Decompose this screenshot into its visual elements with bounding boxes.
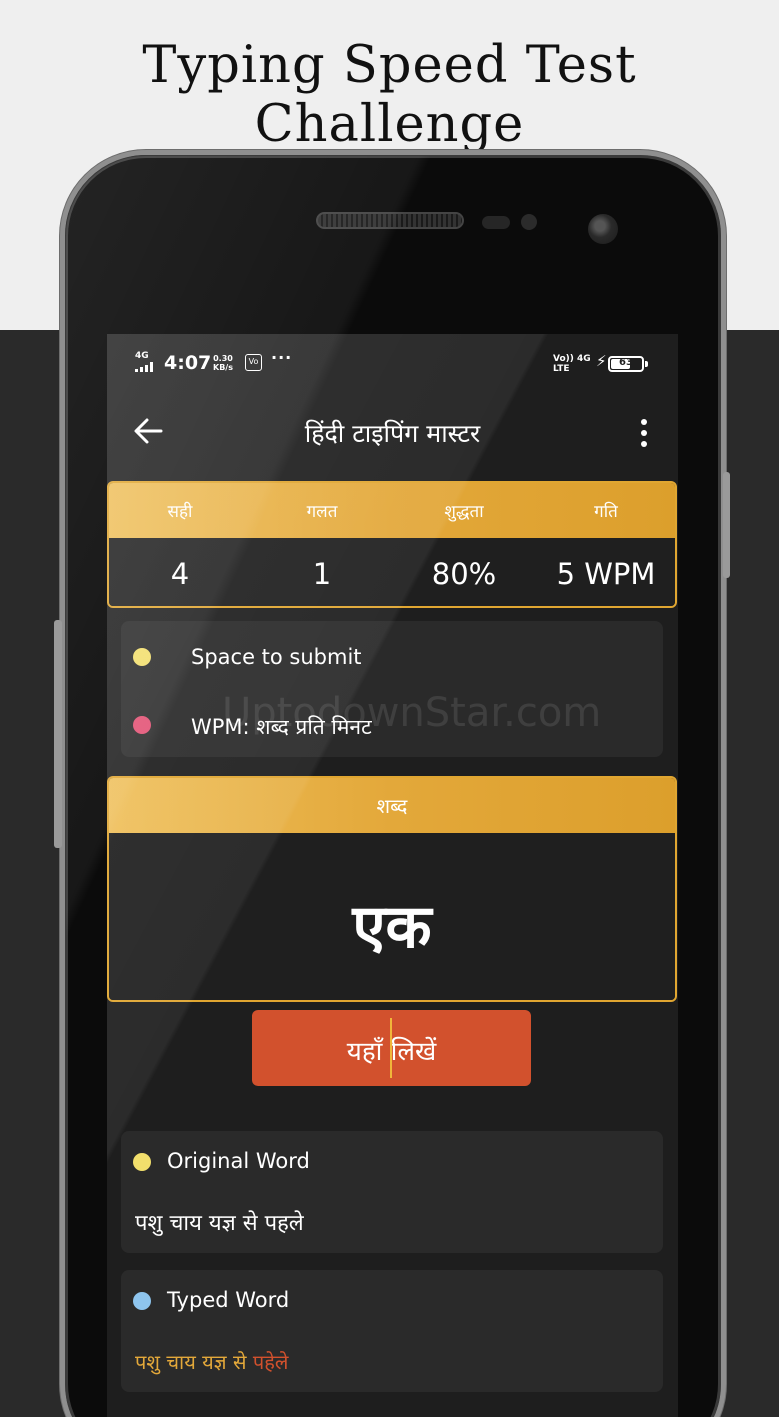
status-bar: 4G 4:07 0.30 KB/s Vo ··· Vo)) LTE 4G ⚡ 6… xyxy=(107,334,678,394)
typed-word: से xyxy=(232,1350,253,1374)
overflow-menu-button[interactable] xyxy=(629,416,659,452)
stat-value-wrong: 1 xyxy=(312,557,332,591)
status-time: 4:07 xyxy=(164,352,212,374)
typed-word-text: पशु चाय यज्ञ से पहेले xyxy=(135,1348,288,1375)
stat-label-accuracy: शुद्धता xyxy=(444,502,484,522)
original-word-label: Original Word xyxy=(167,1149,310,1173)
more-vertical-icon xyxy=(641,419,647,425)
proximity-sensor xyxy=(482,216,510,229)
vo-icon: Vo xyxy=(245,354,262,371)
typing-input[interactable]: यहाँ लिखें xyxy=(252,1010,531,1086)
stat-label-correct: सही xyxy=(167,502,193,522)
legend-card: Space to submit WPM: शब्द प्रति मिनट xyxy=(121,621,663,757)
app-bar: हिंदी टाइपिंग मास्टर xyxy=(107,394,678,480)
current-word: एक xyxy=(352,892,432,962)
typed-word: यज्ञ xyxy=(202,1350,233,1374)
typed-word-wrong: पहेले xyxy=(252,1350,289,1374)
stat-label-wrong: गलत xyxy=(306,502,338,522)
typed-word-card: Typed Word पशु चाय यज्ञ से पहेले xyxy=(121,1270,663,1392)
stat-value-accuracy: 80% xyxy=(431,557,497,591)
typed-dot-blue xyxy=(133,1292,151,1310)
stat-value-speed: 5 WPM xyxy=(556,557,656,591)
original-word-card: Original Word पशु चाय यज्ञ से पहले xyxy=(121,1131,663,1253)
earpiece-speaker xyxy=(316,212,464,229)
original-word-text: पशु चाय यज्ञ से पहले xyxy=(135,1211,304,1236)
typed-word: चाय xyxy=(166,1350,203,1374)
phone-screen: 4G 4:07 0.30 KB/s Vo ··· Vo)) LTE 4G ⚡ 6… xyxy=(107,334,678,1417)
network-speed: 0.30 KB/s xyxy=(213,354,233,372)
text-caret xyxy=(390,1018,392,1078)
stats-header: सही गलत शुद्धता गति xyxy=(109,483,675,538)
phone-side-button xyxy=(54,620,62,848)
battery-icon: 63 xyxy=(608,356,644,372)
legend-dot-yellow xyxy=(133,648,151,666)
promo-title: Typing Speed Test Challenge xyxy=(142,36,637,154)
app-title: हिंदी टाइपिंग मास्टर xyxy=(304,419,481,448)
signal-icon xyxy=(135,362,157,372)
battery-level: 63 xyxy=(619,357,633,368)
stat-value-correct: 4 xyxy=(170,557,190,591)
phone-power-button xyxy=(723,472,730,578)
back-button[interactable] xyxy=(131,414,169,452)
legend-dot-pink xyxy=(133,716,151,734)
volte-indicator: Vo)) LTE xyxy=(553,354,574,374)
watermark: UptodownStar.com xyxy=(222,690,602,736)
word-card-title: शब्द xyxy=(376,794,408,818)
typed-word: पशु xyxy=(135,1350,167,1374)
typed-word-label: Typed Word xyxy=(167,1288,290,1312)
charging-icon: ⚡ xyxy=(596,352,607,370)
arrow-left-icon xyxy=(134,418,163,444)
stats-values: 4 1 80% 5 WPM xyxy=(109,538,675,606)
stats-panel: सही गलत शुद्धता गति 4 1 80% 5 WPM xyxy=(107,481,677,608)
data-type: 4G xyxy=(577,354,591,364)
legend-space-to-submit: Space to submit xyxy=(191,645,362,669)
original-dot-yellow xyxy=(133,1153,151,1171)
network-type: 4G xyxy=(135,351,149,361)
more-notifications-icon: ··· xyxy=(271,348,293,367)
network-speed-unit: KB/s xyxy=(213,363,233,372)
word-card-body: एक xyxy=(109,833,675,1000)
word-card-header: शब्द xyxy=(109,778,675,833)
light-sensor xyxy=(521,214,537,230)
battery-tip xyxy=(645,361,648,367)
network-speed-value: 0.30 xyxy=(213,354,233,363)
front-camera xyxy=(588,214,618,244)
word-card: शब्द एक xyxy=(107,776,677,1002)
stat-label-speed: गति xyxy=(594,502,618,522)
